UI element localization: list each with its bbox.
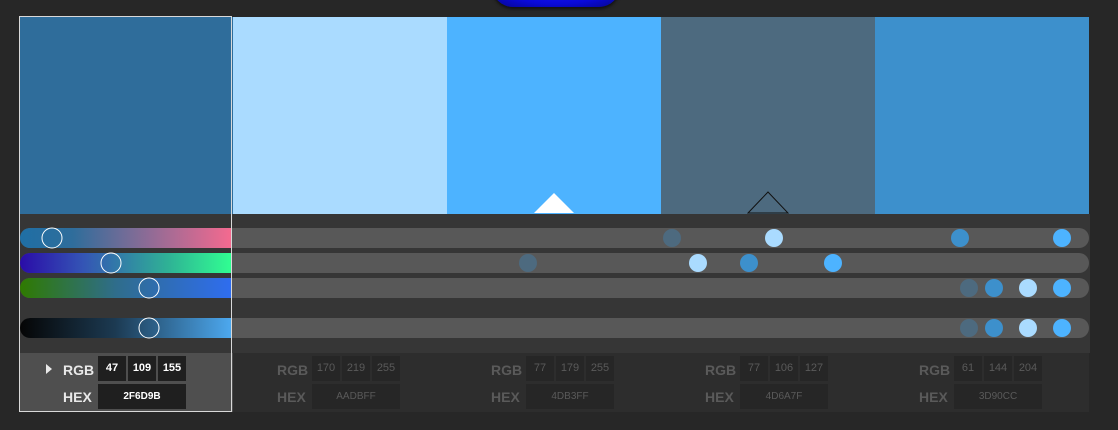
red-value[interactable]: 170	[312, 356, 340, 381]
slider-handle[interactable]	[951, 229, 970, 247]
green-value[interactable]: 179	[556, 356, 584, 381]
color-swatch-5[interactable]	[875, 17, 1089, 214]
slider-handle[interactable]	[959, 279, 978, 297]
slider-handle[interactable]	[824, 254, 843, 272]
expand-arrow-icon[interactable]	[46, 364, 52, 374]
slider-handle[interactable]	[663, 229, 682, 247]
slider-handle[interactable]	[1019, 319, 1038, 337]
color-info-panel-5: RGB 61 144 204 HEX 3D90CC	[875, 353, 1089, 412]
hex-label: HEX	[919, 389, 948, 405]
blue-value[interactable]: 127	[800, 356, 828, 381]
red-value[interactable]: 47	[98, 356, 126, 381]
slider-handle[interactable]	[519, 254, 538, 272]
blue-value[interactable]: 255	[372, 356, 400, 381]
blue-value[interactable]: 155	[158, 356, 186, 381]
color-swatch-1[interactable]	[19, 17, 233, 214]
red-value[interactable]: 61	[954, 356, 982, 381]
slider-handle[interactable]	[985, 279, 1004, 297]
slider-handle[interactable]	[138, 317, 160, 339]
hex-value[interactable]: AADBFF	[312, 384, 400, 409]
rgb-label: RGB	[277, 362, 309, 378]
color-info-panel-2: RGB 170 219 255 HEX AADBFF	[233, 353, 447, 412]
slider-handle[interactable]	[765, 229, 784, 247]
slider-handle[interactable]	[959, 319, 978, 337]
red-value[interactable]: 77	[740, 356, 768, 381]
slider-handle[interactable]	[138, 277, 160, 299]
value-gradient	[20, 318, 232, 338]
green-value[interactable]: 144	[984, 356, 1012, 381]
hex-label: HEX	[491, 389, 520, 405]
color-swatch-4[interactable]	[661, 17, 875, 214]
slider-handle[interactable]	[688, 254, 707, 272]
slider-handle[interactable]	[1053, 319, 1072, 337]
hex-label: HEX	[277, 389, 306, 405]
rgb-label: RGB	[63, 362, 95, 378]
hex-label: HEX	[705, 389, 734, 405]
slider-handle[interactable]	[739, 254, 758, 272]
rgb-label: RGB	[705, 362, 737, 378]
hex-value[interactable]: 3D90CC	[954, 384, 1042, 409]
rgb-label: RGB	[491, 362, 523, 378]
hue-slider[interactable]	[20, 228, 1089, 248]
base-color-marker-icon[interactable]	[534, 193, 574, 213]
hex-value[interactable]: 4DB3FF	[526, 384, 614, 409]
hex-value[interactable]: 2F6D9B	[98, 384, 186, 409]
slider-handle[interactable]	[100, 252, 122, 274]
saturation-gradient	[20, 253, 232, 273]
slider-handle[interactable]	[985, 319, 1004, 337]
hex-label: HEX	[63, 389, 92, 405]
brightness-gradient	[20, 278, 232, 298]
hex-value[interactable]: 4D6A7F	[740, 384, 828, 409]
slider-handle[interactable]	[1053, 279, 1072, 297]
color-info-panel-4: RGB 77 106 127 HEX 4D6A7F	[661, 353, 875, 412]
blue-value[interactable]: 255	[586, 356, 614, 381]
green-value[interactable]: 219	[342, 356, 370, 381]
slider-handle[interactable]	[1019, 279, 1038, 297]
green-value[interactable]: 106	[770, 356, 798, 381]
slider-handle[interactable]	[41, 227, 63, 249]
secondary-color-marker-icon[interactable]	[747, 191, 789, 214]
color-swatch-2[interactable]	[233, 17, 447, 214]
brightness-slider[interactable]	[20, 278, 1089, 298]
value-slider[interactable]	[20, 318, 1089, 338]
saturation-slider[interactable]	[20, 253, 1089, 273]
top-knob[interactable]	[492, 0, 620, 7]
rgb-label: RGB	[919, 362, 951, 378]
red-value[interactable]: 77	[526, 356, 554, 381]
color-info-panel-3: RGB 77 179 255 HEX 4DB3FF	[447, 353, 661, 412]
green-value[interactable]: 109	[128, 356, 156, 381]
color-swatch-3[interactable]	[447, 17, 661, 214]
slider-handle[interactable]	[1053, 229, 1072, 247]
color-scheme-editor: RGB 47 109 155 HEX 2F6D9B RGB 170 219 25…	[0, 0, 1118, 430]
blue-value[interactable]: 204	[1014, 356, 1042, 381]
color-info-panel-1: RGB 47 109 155 HEX 2F6D9B	[19, 353, 233, 412]
